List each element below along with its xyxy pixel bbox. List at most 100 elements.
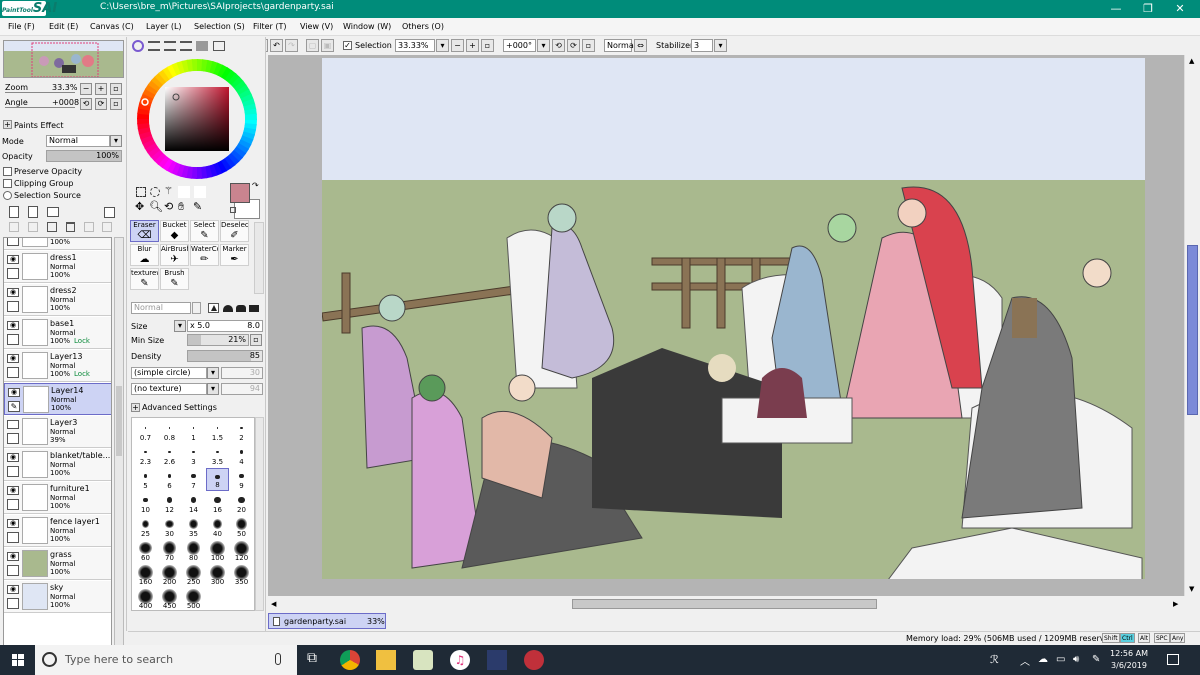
rotation-dropdown-icon[interactable]: ▾ — [537, 39, 550, 52]
min-size-expand-icon[interactable]: ▫ — [250, 334, 262, 346]
layer-row[interactable]: ◉ ✎ Layer14 Normal 100% — [4, 383, 111, 415]
advanced-settings-expand-icon[interactable]: + — [131, 403, 140, 412]
vertical-scroll-thumb[interactable] — [1187, 245, 1198, 415]
menu-file[interactable]: File (F) — [8, 22, 35, 31]
layer-mode-dropdown-icon[interactable]: ▾ — [110, 135, 122, 147]
angle-slider[interactable] — [5, 107, 75, 108]
navigator-thumbnail[interactable] — [3, 40, 124, 78]
rgb-slider-tab-icon[interactable] — [148, 41, 160, 51]
nav-zoom-reset-icon[interactable]: ▫ — [110, 83, 122, 95]
nav-zoom-out-icon[interactable]: − — [80, 83, 92, 95]
canvas-vertical-scrollbar[interactable]: ▲ ▼ — [1184, 55, 1200, 596]
brush-size-preset[interactable]: 35 — [182, 516, 205, 539]
swatches-tab-icon[interactable] — [196, 41, 208, 51]
eye-icon[interactable]: ◉ — [7, 354, 19, 363]
brush-size-preset[interactable]: 1 — [182, 420, 205, 443]
eye-icon[interactable]: ◉ — [8, 388, 20, 397]
brush-mode-select[interactable]: Normal — [131, 302, 191, 314]
windows-start-icon[interactable] — [12, 654, 24, 666]
brush-size-preset[interactable]: 0.7 — [134, 420, 157, 443]
zoom-field[interactable]: 33.33% — [395, 39, 435, 52]
layer-edit-pen-icon[interactable]: ✎ — [8, 401, 20, 412]
brush-size-preset[interactable]: 25 — [134, 516, 157, 539]
brush-shape-dropdown-icon[interactable]: ▾ — [207, 367, 219, 379]
eye-icon[interactable]: ◉ — [7, 255, 19, 264]
menu-canvas[interactable]: Canvas (C) — [90, 22, 134, 31]
soft-edge-shape-icon[interactable] — [223, 305, 233, 312]
layer-select-box[interactable] — [7, 367, 19, 378]
medium-edge-shape-icon[interactable] — [236, 305, 246, 312]
tool-texturew[interactable]: texturew ✎ — [130, 268, 159, 290]
primary-color-swatch[interactable] — [230, 183, 250, 203]
menu-filter[interactable]: Filter (T) — [253, 22, 286, 31]
brush-size-preset[interactable]: 20 — [230, 492, 253, 515]
brush-size-preset[interactable]: 50 — [230, 516, 253, 539]
brush-size-preset[interactable]: 350 — [230, 564, 253, 587]
transfer-down-icon[interactable] — [9, 222, 19, 232]
layer-select-box[interactable] — [7, 433, 19, 444]
hsv-slider-tab-icon[interactable] — [164, 41, 176, 51]
eye-icon[interactable]: ◉ — [7, 585, 19, 594]
layer-select-box[interactable] — [7, 499, 19, 510]
square-edge-shape-icon[interactable] — [249, 305, 259, 312]
eye-icon[interactable]: ◉ — [7, 552, 19, 561]
layer-select-box[interactable] — [7, 334, 19, 345]
tool-select[interactable]: Select ✎ — [190, 220, 219, 242]
canvas-horizontal-scrollbar[interactable]: ◀ ▶ — [268, 596, 1184, 612]
menu-others[interactable]: Others (O) — [402, 22, 444, 31]
redo-icon[interactable]: ↷ — [285, 39, 298, 52]
density-slider[interactable]: 85 — [187, 350, 263, 362]
tool-marker[interactable]: Marker ✒ — [220, 244, 249, 266]
brush-size-preset[interactable]: 10 — [134, 492, 157, 515]
new-linework-layer-icon[interactable] — [28, 206, 38, 218]
menu-layer[interactable]: Layer (L) — [146, 22, 182, 31]
brush-size-preset[interactable]: 80 — [182, 540, 205, 563]
paint-tool-sai-taskbar-icon[interactable] — [413, 650, 433, 670]
stabilizer-field[interactable]: 3 — [691, 39, 713, 52]
tray-expand-icon[interactable]: ︿ — [1020, 653, 1030, 668]
brush-size-field[interactable]: x 5.0 8.0 — [187, 320, 263, 332]
brush-size-preset[interactable]: 4 — [230, 444, 253, 467]
layer-select-box[interactable] — [7, 598, 19, 609]
eye-icon[interactable]: ◉ — [7, 486, 19, 495]
brush-size-preset[interactable]: 400 — [134, 588, 157, 611]
brush-shape-select[interactable]: (simple circle) — [131, 367, 207, 379]
photo-app-icon[interactable] — [487, 650, 507, 670]
brush-size-scrollbar[interactable] — [255, 417, 264, 611]
brush-size-preset[interactable]: 30 — [158, 516, 181, 539]
layer-row[interactable]: ◉ base1 Normal 100% Lock — [4, 317, 111, 349]
tool-brush[interactable]: Brush ✎ — [160, 268, 189, 290]
color-wheel-tab-icon[interactable] — [132, 40, 144, 52]
menu-selection[interactable]: Selection (S) — [194, 22, 245, 31]
brush-size-preset[interactable]: 14 — [182, 492, 205, 515]
onedrive-icon[interactable]: ☁ — [1038, 654, 1048, 665]
size-multiplier-dropdown-icon[interactable]: ▾ — [174, 320, 186, 332]
rectangle-select-icon[interactable] — [136, 187, 146, 197]
menu-edit[interactable]: Edit (E) — [49, 22, 78, 31]
layer-row[interactable]: ◉ Layer13 Normal 100% Lock — [4, 350, 111, 382]
lasso-icon[interactable] — [150, 187, 160, 197]
brush-size-preset[interactable]: 9 — [230, 468, 253, 491]
menu-window[interactable]: Window (W) — [343, 22, 391, 31]
tool-airbrush[interactable]: AirBrush ✈ — [160, 244, 189, 266]
opacity-slider[interactable]: 100% — [46, 150, 122, 162]
nav-zoom-in-icon[interactable]: + — [95, 83, 107, 95]
brush-size-preset[interactable]: 60 — [134, 540, 157, 563]
brush-size-preset[interactable]: 3 — [182, 444, 205, 467]
merge-visible-icon[interactable] — [84, 222, 94, 232]
brush-texture-dropdown-icon[interactable]: ▾ — [207, 383, 219, 395]
layer-select-box[interactable] — [7, 532, 19, 543]
color-wheel[interactable] — [136, 58, 258, 180]
swap-colors-icon[interactable]: ↷ — [252, 181, 259, 190]
zoom-dropdown-icon[interactable]: ▾ — [436, 39, 449, 52]
rotate-right-icon[interactable]: ⟳ — [567, 39, 580, 52]
rotate-left-icon[interactable]: ⟲ — [552, 39, 565, 52]
people-icon[interactable]: ℛ — [990, 653, 999, 666]
brush-size-preset[interactable]: 300 — [206, 564, 229, 587]
document-tab[interactable]: gardenparty.sai 33% — [268, 613, 386, 629]
eye-icon[interactable]: ◉ — [7, 453, 19, 462]
layer-panel-options-icon[interactable] — [104, 207, 115, 218]
brush-size-preset[interactable]: 200 — [158, 564, 181, 587]
merge-down-icon[interactable] — [28, 222, 38, 232]
scroll-right-icon[interactable]: ▶ — [1173, 600, 1178, 608]
